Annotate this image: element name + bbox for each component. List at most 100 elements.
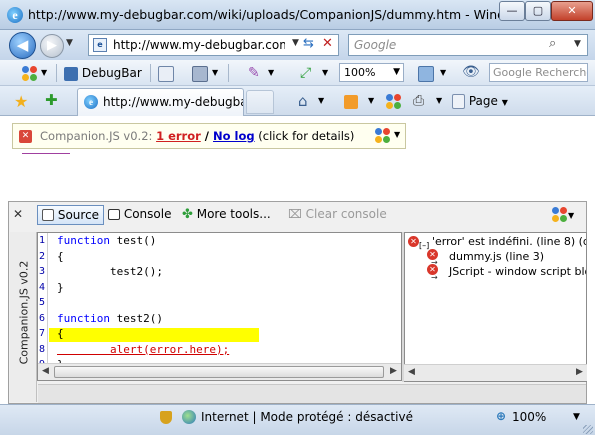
refresh-dropdown-icon[interactable]: ▼ [440, 63, 446, 83]
companion-notification-bar[interactable]: ✕ Companion.JS v0.2: 1 error / No log (c… [12, 123, 406, 149]
scroll-right-icon[interactable]: ▶ [576, 367, 583, 377]
shield-icon[interactable] [160, 411, 172, 424]
no-log-link[interactable]: No log [213, 129, 255, 143]
error-hscrollbar[interactable]: ◀ ▶ [404, 364, 587, 381]
history-dropdown-icon[interactable]: ▼ [66, 38, 73, 48]
debugbar-logo-icon[interactable] [22, 63, 38, 83]
refresh-page-icon[interactable] [418, 63, 434, 83]
print-icon[interactable]: ⎙ [413, 91, 424, 111]
tab-page-icon: e [84, 95, 98, 109]
search-box[interactable]: Google ⌕ ▼ [348, 34, 588, 56]
companion-side-label: Companion.JS v0.2 [10, 232, 37, 402]
line-number: 8 [39, 343, 46, 355]
search-dropdown-icon[interactable]: ▼ [574, 39, 581, 49]
add-favorite-icon[interactable]: ✚ [45, 91, 58, 109]
source-editor[interactable]: 1 function test() 2 {3 test2(); 4} 5 6 function… [37, 232, 402, 381]
search-input[interactable]: Google [354, 38, 396, 52]
search-icon[interactable]: ⌕ [549, 36, 556, 51]
companion-dropdown-icon[interactable]: ▼ [394, 130, 400, 139]
feeds-icon[interactable] [344, 91, 358, 111]
view-icon[interactable]: 👁 [462, 62, 480, 82]
error-count-link[interactable]: 1 error [156, 129, 201, 143]
code-line: { [57, 250, 64, 263]
page-menu-label: Page [468, 94, 498, 108]
new-tab-button[interactable] [246, 90, 274, 114]
error-message[interactable]: 'error' est indéfini. (line 8) (dummy [432, 235, 586, 248]
google-search-input[interactable]: Google Recherche [489, 63, 588, 82]
picker-dropdown-icon[interactable]: ▼ [268, 63, 274, 83]
panel-logo-icon[interactable]: ▼ [552, 205, 574, 225]
title-bar[interactable]: e http://www.my-debugbar.com/wiki/upload… [0, 0, 595, 30]
scroll-thumb[interactable] [54, 366, 384, 378]
zoom-dropdown-icon[interactable]: ▼ [393, 64, 400, 81]
dom-inspector-icon[interactable] [192, 63, 208, 83]
debugbar-tab-logo-icon[interactable] [386, 91, 402, 111]
debugbar-button[interactable]: DebugBar [64, 63, 142, 83]
zoom-value: 100% [344, 66, 376, 79]
debugbar-label: DebugBar [81, 66, 142, 80]
console-tab[interactable]: Console [104, 205, 175, 225]
address-bar[interactable]: e http://www.my-debugbar.com/wiki/upload… [88, 34, 339, 56]
minimize-button[interactable]: — [499, 1, 525, 21]
source-label: Source [57, 208, 100, 222]
line-number: 3 [39, 266, 46, 277]
address-input[interactable]: http://www.my-debugbar.com/wiki/uploads/… [113, 38, 285, 52]
back-button[interactable]: ◀ [9, 32, 36, 59]
maximize-button[interactable]: ▢ [525, 1, 551, 21]
editor-hscrollbar[interactable]: ◀ ▶ [38, 363, 401, 380]
error-tree[interactable]: ✕ [–] 'error' est indéfini. (line 8) (du… [404, 232, 587, 382]
address-dropdown-icon[interactable]: ▼ [292, 38, 299, 48]
favorites-star-icon[interactable]: ★ [14, 92, 28, 111]
tools-icon: ✤ [182, 207, 193, 222]
home-icon[interactable]: ⌂ [298, 91, 308, 111]
code-line: function test2() [57, 312, 163, 325]
clear-console-button[interactable]: ⌧ Clear console [284, 205, 391, 225]
dom-dropdown-icon[interactable]: ▼ [212, 63, 218, 83]
collapse-toggle[interactable]: [–] [419, 241, 429, 250]
forward-button[interactable]: ▶ [40, 34, 64, 58]
panel-dropdown-icon[interactable]: ▼ [568, 211, 574, 220]
resize-icon[interactable]: ⤢ [300, 63, 311, 83]
line-number: 5 [39, 297, 46, 308]
ie-logo-icon: e [7, 7, 23, 23]
status-zoom[interactable]: 100% [512, 410, 546, 424]
color-picker-icon[interactable]: ✎ [248, 63, 260, 83]
error-icon: ✕ [408, 236, 419, 247]
security-zone[interactable]: Internet | Mode protégé : désactivé [201, 410, 413, 424]
stop-icon[interactable]: ✕ [322, 36, 333, 51]
companion-logo-icon[interactable]: ▼ [375, 127, 403, 145]
more-tools-button[interactable]: ✤ More tools... [178, 205, 275, 225]
scroll-left-icon[interactable]: ◀ [408, 367, 415, 377]
debugbar-menu-dropdown-icon[interactable]: ▼ [41, 63, 47, 83]
line-number: 6 [39, 312, 46, 324]
scroll-left-icon[interactable]: ◀ [42, 366, 49, 376]
line-number: 7 [39, 328, 46, 339]
code-text: test() [109, 234, 157, 247]
tab-active[interactable]: e http://www.my-debugbar.com/wiki/upload… [77, 88, 244, 116]
view-source-icon[interactable] [158, 63, 174, 83]
toolbar-separator [228, 64, 229, 82]
refresh-icon[interactable]: ⇆ [303, 36, 314, 51]
details-hint: (click for details) [254, 129, 355, 143]
companion-status[interactable]: Companion.JS v0.2: 1 error / No log (cli… [40, 129, 354, 143]
code-text: { [57, 249, 64, 263]
resize-dropdown-icon[interactable]: ▼ [322, 63, 328, 83]
source-tab[interactable]: Source [37, 205, 105, 225]
error-line-highlight [49, 328, 259, 342]
error-call: alert(error.here); [57, 342, 230, 356]
toolbar-separator [150, 64, 151, 82]
close-button[interactable]: ✕ [551, 1, 593, 21]
feeds-dropdown-icon[interactable]: ▼ [368, 91, 374, 111]
zoom-select[interactable]: 100% ▼ [339, 63, 404, 82]
panel-close-icon[interactable]: ✕ [13, 207, 23, 221]
home-dropdown-icon[interactable]: ▼ [318, 91, 324, 111]
zoom-dropdown-icon[interactable]: ▼ [573, 412, 580, 422]
stack-item[interactable]: dummy.js (line 3) [449, 250, 544, 263]
print-dropdown-icon[interactable]: ▼ [436, 91, 442, 111]
stack-item[interactable]: JScript - window script block [449, 265, 586, 278]
resize-grip-icon[interactable] [583, 425, 593, 434]
page-menu[interactable]: Page ▼ [452, 91, 508, 111]
page-menu-icon [452, 94, 465, 109]
zoom-icon[interactable]: ⊕ [496, 409, 506, 423]
scroll-right-icon[interactable]: ▶ [390, 366, 397, 376]
